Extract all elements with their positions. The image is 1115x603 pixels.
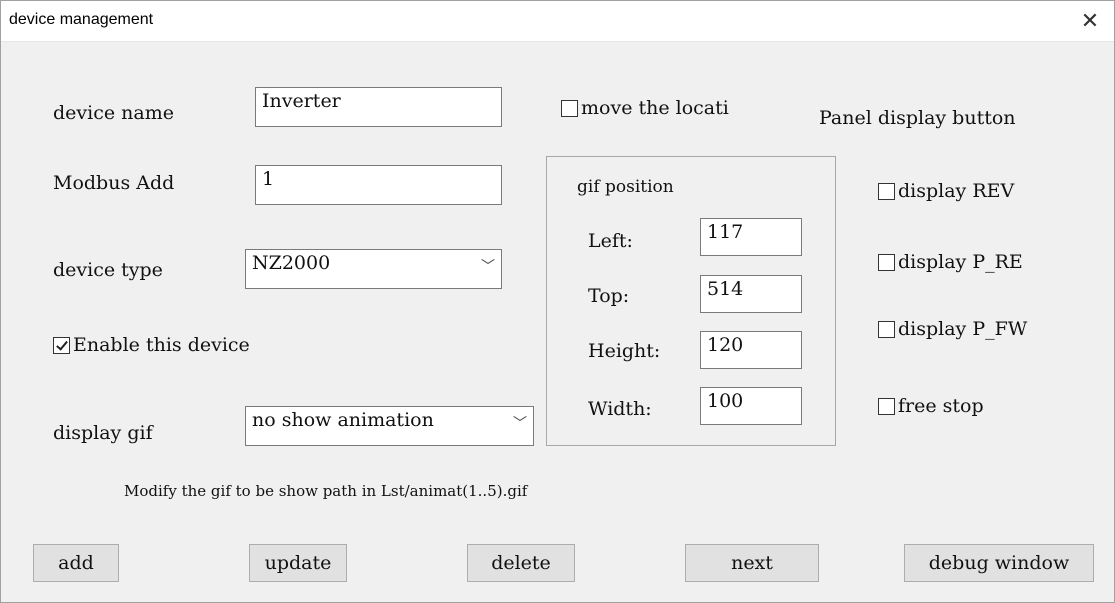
move-location-checkbox[interactable]: move the locati [561,97,729,119]
next-button[interactable]: next [685,544,819,582]
enable-device-label: Enable this device [73,334,250,356]
free-stop-label: free stop [898,395,984,417]
chevron-down-icon: ﹀ [481,259,495,275]
update-button[interactable]: update [249,544,347,582]
display-rev-label: display REV [898,180,1015,202]
display-gif-value: no show animation [252,409,434,431]
checkbox-icon [878,253,895,271]
display-p-fw-label: display P_FW [898,318,1028,340]
checkbox-icon [878,320,895,338]
device-name-label: device name [53,102,174,124]
device-type-select[interactable]: NZ2000 ﹀ [245,249,502,289]
panel-display-title: Panel display button [819,107,1016,129]
top-label: Top: [588,285,630,307]
checkbox-icon [53,336,70,354]
gif-position-title: gif position [577,177,674,197]
title-bar: device management ✕ [1,1,1114,42]
free-stop-checkbox[interactable]: free stop [878,395,984,417]
checkbox-icon [561,99,578,117]
width-input[interactable]: 100 [700,387,802,425]
device-type-label: device type [53,259,163,281]
device-name-input[interactable]: Inverter [255,87,502,127]
device-type-value: NZ2000 [252,252,331,274]
window-title: device management [9,11,154,28]
left-label: Left: [588,230,633,252]
width-label: Width: [588,398,652,420]
move-location-label: move the locati [581,97,729,119]
checkbox-icon [878,397,895,415]
gif-path-note: Modify the gif to be show path in Lst/an… [124,482,528,500]
checkbox-icon [878,182,895,200]
delete-button[interactable]: delete [467,544,575,582]
display-rev-checkbox[interactable]: display REV [878,180,1014,202]
display-p-re-checkbox[interactable]: display P_RE [878,251,1023,273]
debug-window-button[interactable]: debug window [904,544,1094,582]
modbus-address-input[interactable]: 1 [255,165,502,205]
display-gif-select[interactable]: no show animation ﹀ [245,406,534,446]
modbus-address-label: Modbus Add [53,172,175,194]
left-input[interactable]: 117 [700,218,802,256]
display-gif-label: display gif [53,422,153,444]
chevron-down-icon: ﹀ [513,416,527,432]
height-input[interactable]: 120 [700,331,802,369]
close-icon[interactable]: ✕ [1076,9,1104,35]
display-p-fw-checkbox[interactable]: display P_FW [878,318,1027,340]
top-input[interactable]: 514 [700,275,802,313]
device-management-dialog: device management ✕ device name Inverter… [0,0,1115,603]
add-button[interactable]: add [33,544,119,582]
enable-device-checkbox[interactable]: Enable this device [53,334,250,356]
display-p-re-label: display P_RE [898,251,1023,273]
height-label: Height: [588,340,661,362]
